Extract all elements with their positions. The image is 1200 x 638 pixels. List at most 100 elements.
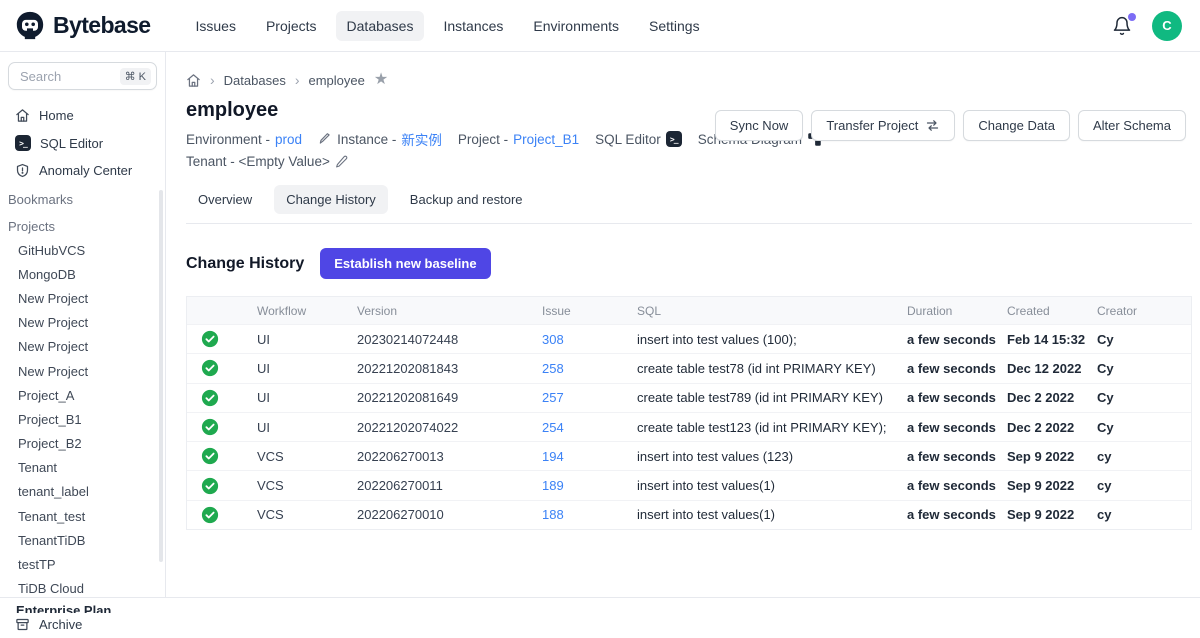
sidebar-project-item[interactable]: testTP <box>0 552 165 576</box>
cell-version: 202206270013 <box>357 449 542 464</box>
cell-duration: a few seconds <box>907 478 1007 493</box>
cell-version: 20230214072448 <box>357 332 542 347</box>
bookmark-star-icon[interactable]: ★ <box>374 72 388 88</box>
breadcrumb-databases[interactable]: Databases <box>224 73 286 88</box>
terminal-icon: >_ <box>15 135 31 151</box>
issue-link[interactable]: 189 <box>542 478 564 493</box>
sidebar-project-item[interactable]: New Project <box>0 286 165 310</box>
enterprise-plan-bar[interactable]: Enterprise Plan <box>0 597 1200 613</box>
sidebar-item-anomaly-center[interactable]: Anomaly Center <box>0 157 165 184</box>
tab-backup-and-restore[interactable]: Backup and restore <box>398 185 535 214</box>
nav-settings[interactable]: Settings <box>638 11 711 41</box>
col-issue: Issue <box>542 304 637 318</box>
change-data-button[interactable]: Change Data <box>963 110 1070 141</box>
cell-creator: cy <box>1097 478 1191 493</box>
search-input[interactable] <box>18 68 104 85</box>
instance-link[interactable]: 新实例 <box>401 129 442 149</box>
transfer-project-button[interactable]: Transfer Project <box>811 110 955 141</box>
sidebar-project-item[interactable]: Project_B1 <box>0 407 165 431</box>
cell-creator: cy <box>1097 449 1191 464</box>
nav-instances[interactable]: Instances <box>432 11 514 41</box>
sidebar-project-item[interactable]: Project_B2 <box>0 432 165 456</box>
table-row[interactable]: UI 20221202081843 258 create table test7… <box>187 353 1191 382</box>
sidebar-project-item[interactable]: New Project <box>0 335 165 359</box>
cell-workflow: VCS <box>257 449 357 464</box>
tab-change-history[interactable]: Change History <box>274 185 388 214</box>
table-row[interactable]: UI 20230214072448 308 insert into test v… <box>187 324 1191 353</box>
sidebar-item-label: Home <box>39 108 74 123</box>
sidebar-project-item[interactable]: Project_A <box>0 383 165 407</box>
tab-overview[interactable]: Overview <box>186 185 264 214</box>
sidebar-section-projects[interactable]: Projects <box>0 211 165 238</box>
sidebar-project-item[interactable]: tenant_label <box>0 480 165 504</box>
issue-link[interactable]: 194 <box>542 449 564 464</box>
issue-link[interactable]: 254 <box>542 420 564 435</box>
cell-created: Sep 9 2022 <box>1007 449 1097 464</box>
notification-bell-icon[interactable] <box>1112 16 1132 36</box>
sidebar-item-archive[interactable]: Archive <box>0 611 165 638</box>
meta-sql-editor-link[interactable]: SQL Editor >_ <box>595 131 682 147</box>
sidebar-item-sql-editor[interactable]: >_ SQL Editor <box>0 129 165 157</box>
col-version: Version <box>357 304 542 318</box>
cell-sql: create table test123 (id int PRIMARY KEY… <box>637 420 907 435</box>
issue-link[interactable]: 188 <box>542 507 564 522</box>
environment-link[interactable]: prod <box>275 132 302 147</box>
breadcrumb-home-icon[interactable] <box>186 73 201 88</box>
nav-projects[interactable]: Projects <box>255 11 328 41</box>
sidebar-project-item[interactable]: New Project <box>0 311 165 335</box>
success-check-icon <box>201 506 219 524</box>
cell-duration: a few seconds <box>907 507 1007 522</box>
cell-sql: insert into test values(1) <box>637 478 907 493</box>
table-row[interactable]: VCS 202206270011 189 insert into test va… <box>187 470 1191 499</box>
table-row[interactable]: VCS 202206270010 188 insert into test va… <box>187 500 1191 529</box>
issue-link[interactable]: 257 <box>542 390 564 405</box>
breadcrumb: › Databases › employee ★ <box>186 72 1192 88</box>
cell-creator: Cy <box>1097 420 1191 435</box>
project-link[interactable]: Project_B1 <box>513 132 579 147</box>
bytebase-logo[interactable]: Bytebase <box>14 10 150 42</box>
instance-engine-icon <box>318 132 332 146</box>
database-tabs: Overview Change History Backup and resto… <box>186 185 1192 224</box>
cell-workflow: UI <box>257 332 357 347</box>
nav-issues[interactable]: Issues <box>184 11 246 41</box>
cell-creator: Cy <box>1097 361 1191 376</box>
establish-baseline-button[interactable]: Establish new baseline <box>320 248 490 279</box>
cell-sql: insert into test values (123) <box>637 449 907 464</box>
sidebar-scrollbar[interactable] <box>159 190 163 562</box>
cell-created: Dec 2 2022 <box>1007 420 1097 435</box>
sidebar-section-bookmarks[interactable]: Bookmarks <box>0 184 165 211</box>
table-row[interactable]: UI 20221202074022 254 create table test1… <box>187 412 1191 441</box>
cell-created: Sep 9 2022 <box>1007 507 1097 522</box>
change-history-table: Workflow Version Issue SQL Duration Crea… <box>186 296 1192 530</box>
cell-created: Sep 9 2022 <box>1007 478 1097 493</box>
cell-workflow: UI <box>257 361 357 376</box>
sidebar-project-item[interactable]: GitHubVCS <box>0 238 165 262</box>
success-check-icon <box>201 330 219 348</box>
shield-icon <box>15 163 30 178</box>
sidebar-project-item[interactable]: New Project <box>0 359 165 383</box>
cell-sql: create table test78 (id int PRIMARY KEY) <box>637 361 907 376</box>
user-avatar[interactable]: C <box>1152 11 1182 41</box>
sidebar-project-item[interactable]: MongoDB <box>0 262 165 286</box>
cell-workflow: UI <box>257 390 357 405</box>
sidebar-project-item[interactable]: Tenant_test <box>0 504 165 528</box>
sidebar-item-home[interactable]: Home <box>0 102 165 129</box>
search-box[interactable]: ⌘ K <box>8 62 157 90</box>
sync-now-button[interactable]: Sync Now <box>715 110 804 141</box>
issue-link[interactable]: 308 <box>542 332 564 347</box>
bytebase-logo-icon <box>14 10 46 42</box>
meta-environment: Environment - prod <box>186 132 302 147</box>
table-row[interactable]: UI 20221202081649 257 create table test7… <box>187 383 1191 412</box>
sidebar-project-item[interactable]: TenantTiDB <box>0 528 165 552</box>
issue-link[interactable]: 258 <box>542 361 564 376</box>
edit-pencil-icon[interactable] <box>335 155 348 168</box>
success-check-icon <box>201 418 219 436</box>
cell-sql: create table test789 (id int PRIMARY KEY… <box>637 390 907 405</box>
sidebar-project-item[interactable]: Tenant <box>0 456 165 480</box>
col-created: Created <box>1007 304 1097 318</box>
transfer-arrows-icon <box>925 118 940 133</box>
table-row[interactable]: VCS 202206270013 194 insert into test va… <box>187 441 1191 470</box>
nav-databases[interactable]: Databases <box>336 11 425 41</box>
alter-schema-button[interactable]: Alter Schema <box>1078 110 1186 141</box>
nav-environments[interactable]: Environments <box>522 11 630 41</box>
